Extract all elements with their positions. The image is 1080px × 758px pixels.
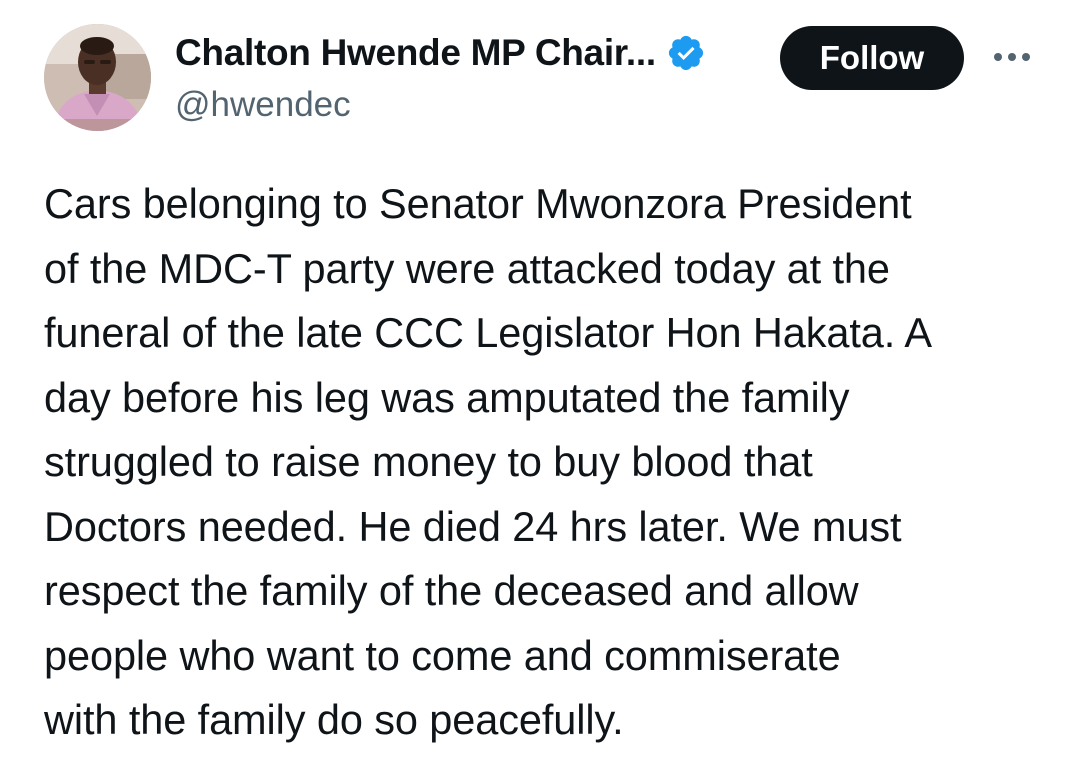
- tweet-card: Chalton Hwende MP Chair... @hwendec Foll…: [0, 0, 1080, 758]
- tweet-text-line: funeral of the late CCC Legislator Hon H…: [44, 309, 932, 356]
- avatar[interactable]: [44, 24, 151, 131]
- tweet-text: Cars belonging to Senator Mwonzora Presi…: [44, 172, 1054, 753]
- tweet-text-line: of the MDC-T party were attacked today a…: [44, 244, 890, 292]
- tweet-text-line: respect the family of the deceased and a…: [44, 567, 859, 614]
- tweet-text-line: Cars belonging to Senator Mwonzora Presi…: [44, 180, 912, 227]
- author-name-row: Chalton Hwende MP Chair...: [175, 30, 706, 76]
- tweet-text-line: Doctors needed. He died 24 hrs later. We…: [44, 502, 902, 550]
- tweet-text-line: people who want to come and commiserate: [44, 631, 841, 679]
- author-handle[interactable]: @hwendec: [175, 84, 351, 126]
- more-horizontal-icon[interactable]: [990, 42, 1034, 72]
- tweet-text-line: with the family do so peacefully.: [44, 696, 624, 743]
- verified-badge-icon: [666, 33, 706, 73]
- tweet-text-line: day before his leg was amputated the fam…: [44, 373, 850, 421]
- avatar-photo: [44, 24, 151, 131]
- follow-button[interactable]: Follow: [780, 26, 964, 90]
- author-display-name[interactable]: Chalton Hwende MP Chair...: [175, 30, 656, 76]
- tweet-text-line: struggled to raise money to buy blood th…: [44, 438, 813, 485]
